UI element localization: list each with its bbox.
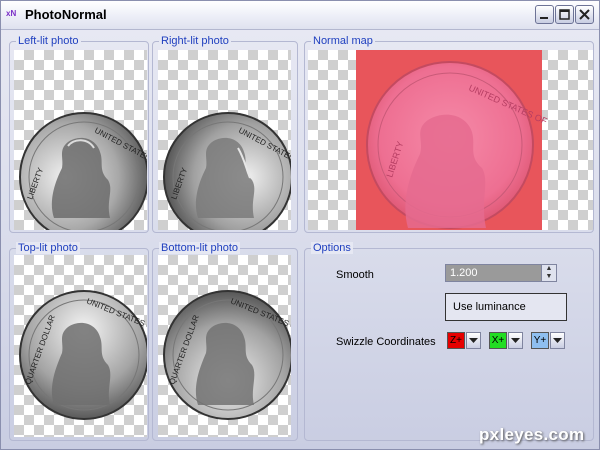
- close-icon: [579, 9, 590, 20]
- chevron-down-icon: [553, 338, 562, 343]
- spin-arrows[interactable]: ▲ ▼: [541, 265, 556, 281]
- normal-map-label: Normal map: [311, 35, 375, 47]
- minimize-button[interactable]: [535, 5, 554, 24]
- app-icon: xN: [6, 9, 17, 18]
- swizzle-y-dropdown[interactable]: [550, 332, 565, 349]
- left-lit-photo[interactable]: UNITED STATES OF LIBERTY: [14, 50, 147, 230]
- normal-map-view[interactable]: UNITED STATES OF LIBERTY: [308, 50, 593, 230]
- smooth-label: Smooth: [336, 269, 374, 281]
- coin-image: UNITED STATES OF LIBERTY: [19, 112, 147, 230]
- swizzle-x-value: X+: [489, 332, 507, 349]
- swizzle-z-value: Z+: [447, 332, 465, 349]
- chevron-down-icon: [469, 338, 478, 343]
- options-label: Options: [311, 242, 353, 254]
- swizzle-y-value: Y+: [531, 332, 549, 349]
- watermark: pxleyes.com: [479, 425, 585, 444]
- top-lit-photo[interactable]: UNITED STATES OF QUARTER DOLLAR: [14, 255, 147, 437]
- left-lit-label: Left-lit photo: [16, 35, 81, 47]
- bottom-lit-label: Bottom-lit photo: [159, 242, 241, 254]
- window-title: PhotoNormal: [25, 7, 107, 22]
- spin-down-icon[interactable]: ▼: [542, 273, 556, 281]
- maximize-button[interactable]: [555, 5, 574, 24]
- right-lit-label: Right-lit photo: [159, 35, 231, 47]
- coin-image: UNITED STATES OF QUARTER DOLLAR: [163, 290, 291, 420]
- top-lit-label: Top-lit photo: [16, 242, 80, 254]
- normal-map-coin: UNITED STATES OF LIBERTY: [366, 61, 549, 229]
- photonormal-window: xN PhotoNormal Left-lit photo UNITED STA…: [0, 0, 600, 450]
- smooth-spinbox[interactable]: 1.200 ▲ ▼: [445, 264, 557, 282]
- smooth-value[interactable]: 1.200: [450, 267, 478, 279]
- right-lit-photo[interactable]: UNITED STATES OF LIBERTY: [158, 50, 291, 230]
- coin-image: UNITED STATES OF QUARTER DOLLAR: [19, 290, 147, 420]
- bottom-lit-photo[interactable]: UNITED STATES OF QUARTER DOLLAR: [158, 255, 291, 437]
- chevron-down-icon: [511, 338, 520, 343]
- swizzle-z-dropdown[interactable]: [466, 332, 481, 349]
- use-luminance-button[interactable]: Use luminance: [445, 293, 567, 321]
- maximize-icon: [559, 9, 570, 20]
- title-bar[interactable]: xN PhotoNormal: [1, 1, 599, 30]
- close-button[interactable]: [575, 5, 594, 24]
- coin-image: UNITED STATES OF LIBERTY: [163, 112, 291, 230]
- minimize-icon: [540, 17, 548, 19]
- spin-up-icon[interactable]: ▲: [542, 265, 556, 273]
- swizzle-x-dropdown[interactable]: [508, 332, 523, 349]
- swizzle-label: Swizzle Coordinates: [336, 336, 436, 348]
